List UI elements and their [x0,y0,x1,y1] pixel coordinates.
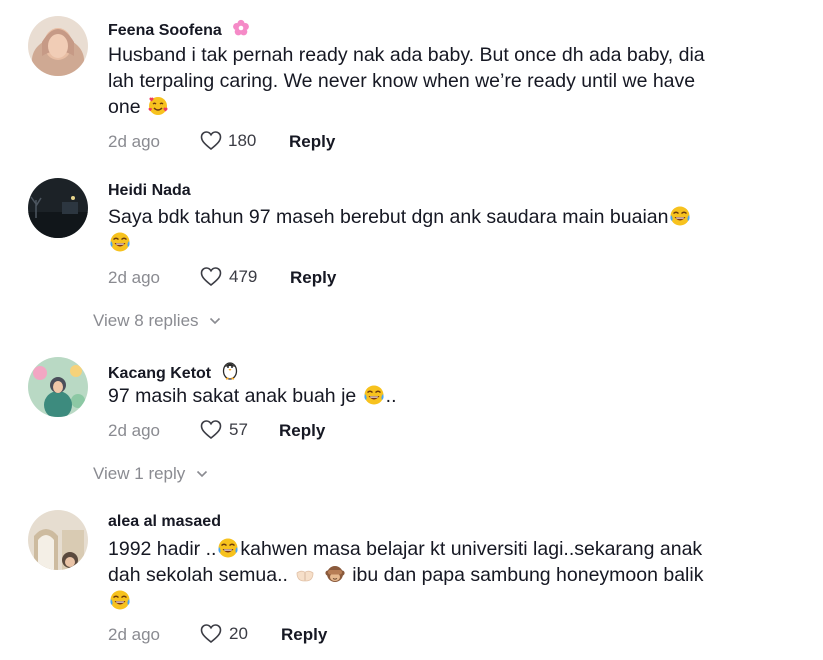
tears-of-joy-icon [363,385,384,405]
tears-of-joy-icon [670,206,691,226]
pink-flower-icon [232,19,250,42]
reply-button[interactable]: Reply [279,421,325,441]
reply-button[interactable]: Reply [290,268,336,288]
comment-author[interactable]: Feena Soofena [108,19,250,42]
comment-text-line: one [108,96,141,118]
comment-text-line: .. [385,385,397,407]
penguin-icon [222,360,238,385]
palms-up-together-icon [296,570,314,582]
author-name[interactable]: Heidi Nada [108,182,191,199]
tears-of-joy-icon [218,538,239,558]
view-replies-button[interactable]: View 8 replies [93,311,221,331]
comment-text-line: lah terpaling caring. We never know when… [108,70,696,92]
comment-author[interactable]: alea al masaed [108,513,221,531]
comment-text-line: 97 masih sakat anak buah je [108,385,362,407]
tears-of-joy-icon [110,232,130,252]
avatar[interactable] [28,178,88,238]
view-replies-button[interactable]: View 1 reply [93,464,208,484]
see-no-evil-monkey-icon [325,566,345,582]
comment-text-line: Saya bdk tahun 97 maseh berebut dgn ank … [108,206,669,228]
comment-author[interactable]: Kacang Ketot [108,360,238,385]
author-name[interactable]: Feena Soofena [108,22,222,39]
like-count: 180 [228,131,257,150]
comment-timestamp: 2d ago [108,268,160,287]
comment-text: Husband i tak pernah ready nak ada baby.… [108,42,748,120]
author-name[interactable]: Kacang Ketot [108,365,211,382]
like-count: 20 [229,624,248,643]
reply-button[interactable]: Reply [289,132,335,152]
heart-icon[interactable] [200,130,222,152]
chevron-down-icon [196,470,208,478]
author-name[interactable]: alea al masaed [108,513,221,530]
comment-text-line: dah sekolah semua.. [108,564,288,586]
reply-button[interactable]: Reply [281,625,327,645]
comment-text-line: kahwen masa belajar kt universiti lagi..… [240,538,703,560]
view-replies-label: View 1 reply [93,464,186,483]
like-count: 479 [229,267,258,286]
comment-text-line: Husband i tak pernah ready nak ada baby.… [108,44,705,66]
avatar-image [28,510,88,570]
avatar-image [28,178,88,238]
chevron-down-icon [210,317,221,325]
comment-text: 1992 hadir .. kahwen masa belajar kt univ… [108,536,748,614]
view-replies-label: View 8 replies [93,311,199,330]
avatar[interactable] [28,357,88,417]
avatar-image [28,357,88,417]
like-count: 57 [229,420,248,439]
avatar[interactable] [28,510,88,570]
comment-text-line: ibu dan papa sambung honeymoon balik [352,564,704,586]
comment-timestamp: 2d ago [108,421,160,440]
heart-icon[interactable] [200,419,222,441]
smiling-face-with-hearts-icon [148,97,168,115]
tears-of-joy-icon [110,590,130,610]
comment-text: Saya bdk tahun 97 maseh berebut dgn ank … [108,204,748,256]
heart-icon[interactable] [200,623,222,645]
comment-text-line: 1992 hadir .. [108,538,217,560]
comment-author[interactable]: Heidi Nada [108,182,191,200]
avatar[interactable] [28,16,88,76]
heart-icon[interactable] [200,266,222,288]
comment-text: 97 masih sakat anak buah je .. [108,383,748,409]
comment-timestamp: 2d ago [108,625,160,644]
comment-timestamp: 2d ago [108,132,160,151]
avatar-image [28,16,88,76]
